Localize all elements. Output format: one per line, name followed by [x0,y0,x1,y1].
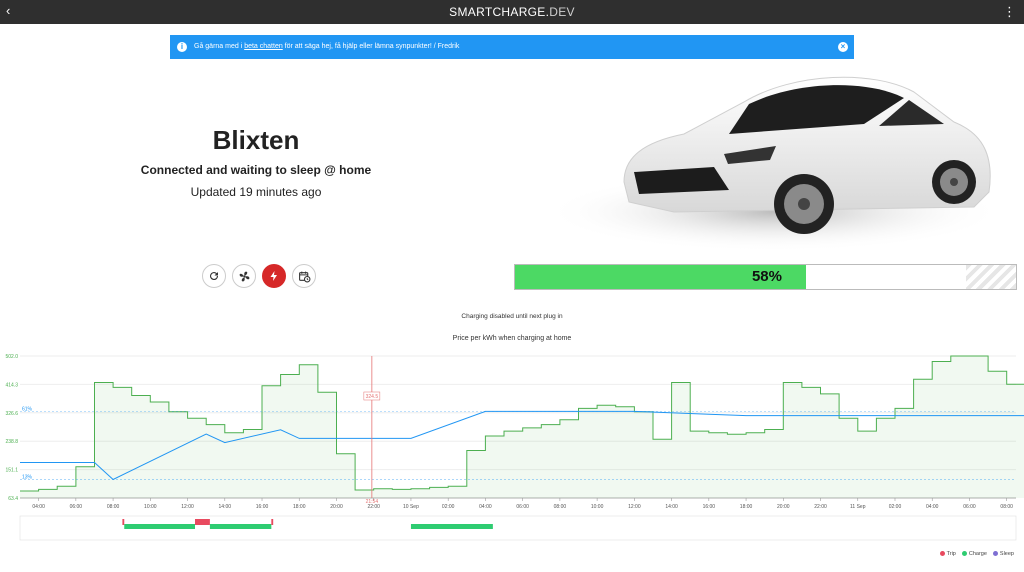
price-area [20,356,1024,498]
refresh-button[interactable] [202,264,226,288]
vehicle-name: Blixten [212,125,300,155]
x-tick-label: 08:00 [1000,504,1013,510]
banner-text-after: för att säga hej, få hjälp eller lämna s… [282,43,460,50]
banner-text-before: Gå gärna med i [194,43,245,50]
y-tick-label: 63.4 [8,496,18,502]
charge-button[interactable] [262,264,286,288]
schedule-button[interactable] [292,264,316,288]
beta-chat-link[interactable]: beta chatten [244,43,283,50]
banner-message: Gå gärna med i beta chatten för att säga… [194,43,459,50]
legend-sleep[interactable]: Sleep [992,551,1014,557]
event-trip [194,519,210,525]
y-tick-label: 151.1 [5,468,18,474]
x-tick-label: 22:00 [814,504,827,510]
battery-level-bar: 58% [514,264,1017,290]
chart-legend: Trip Charge Sleep [939,551,1014,557]
x-tick-label: 10:00 [591,504,604,510]
legend-trip-dot [939,551,945,557]
event-charge [209,524,272,529]
x-tick-label: 14:00 [219,504,232,510]
x-tick-label: 08:00 [554,504,567,510]
x-tick-label: 04:00 [926,504,939,510]
vehicle-updated: Updated 19 minutes ago [190,185,322,199]
x-tick-label: 10 Sep [403,504,419,510]
now-time-label: 21:54 [366,499,379,505]
app-title: SMARTCHARGE.DEV [0,5,1024,19]
vehicle-image [544,76,1004,252]
x-tick-label: 06:00 [516,504,529,510]
lightning-icon [270,271,277,281]
more-menu-icon[interactable]: ⋮ [1003,4,1016,20]
legend-charge-dot [961,551,967,557]
charging-note: Charging disabled until next plug in [461,313,563,320]
battery-reserved-area [966,265,1016,289]
x-tick-label: 20:00 [330,504,343,510]
legend-trip-label: Trip [946,551,956,557]
event-trip [271,519,274,525]
app-title-suffix: DEV [549,5,575,19]
legend-trip[interactable]: Trip [939,551,956,557]
y-tick-label: 326.6 [5,411,18,417]
y-tick-label: 502.0 [5,354,18,360]
app-bar: ‹ SMARTCHARGE.DEV ⋮ [0,0,1024,24]
close-icon[interactable]: × [838,42,848,52]
legend-sleep-label: Sleep [999,551,1014,557]
event-charge [410,524,493,529]
x-tick-label: 18:00 [740,504,753,510]
x-tick-label: 18:00 [293,504,306,510]
fan-icon [239,271,249,281]
x-tick-label: 12:00 [181,504,194,510]
y-tick-label: 414.3 [5,382,18,388]
level-threshold-label: 61% [22,406,33,412]
x-tick-label: 08:00 [107,504,120,510]
climate-button[interactable] [232,264,256,288]
x-tick-label: 04:00 [479,504,492,510]
x-tick-label: 06:00 [70,504,83,510]
info-icon: i [177,42,187,52]
legend-charge[interactable]: Charge [961,551,987,557]
price-chart: 502.0 414.3 326.6 238.8 151.1 63.4 04:00 06:00 0… [5,354,1024,541]
x-tick-label: 16:00 [256,504,269,510]
battery-level-label: 58% [751,268,782,285]
level-threshold-label: 13% [22,475,33,481]
x-tick-label: 14:00 [665,504,678,510]
refresh-icon [210,272,219,281]
legend-charge-label: Charge [968,551,987,557]
x-tick-label: 02:00 [889,504,902,510]
x-tick-label: 16:00 [703,504,716,510]
vehicle-actions [202,264,316,288]
x-tick-label: 06:00 [963,504,976,510]
event-trip [122,519,125,525]
y-tick-label: 238.8 [5,439,18,445]
chart-title: Price per kWh when charging at home [452,335,572,342]
calendar-clock-icon [298,271,310,282]
info-banner: i Gå gärna med i beta chatten för att sä… [170,35,854,59]
x-tick-label: 04:00 [32,504,45,510]
x-tick-label: 11 Sep [850,504,866,510]
x-tick-label: 02:00 [442,504,455,510]
now-price-label: 324.5 [366,394,379,400]
x-tick-label: 10:00 [144,504,157,510]
x-tick-label: 20:00 [777,504,790,510]
event-charge [124,524,195,529]
legend-sleep-dot [992,551,998,557]
vehicle-status: Connected and waiting to sleep @ home [140,163,372,177]
app-title-main: SMARTCHARGE. [449,5,550,19]
x-tick-label: 12:00 [628,504,641,510]
